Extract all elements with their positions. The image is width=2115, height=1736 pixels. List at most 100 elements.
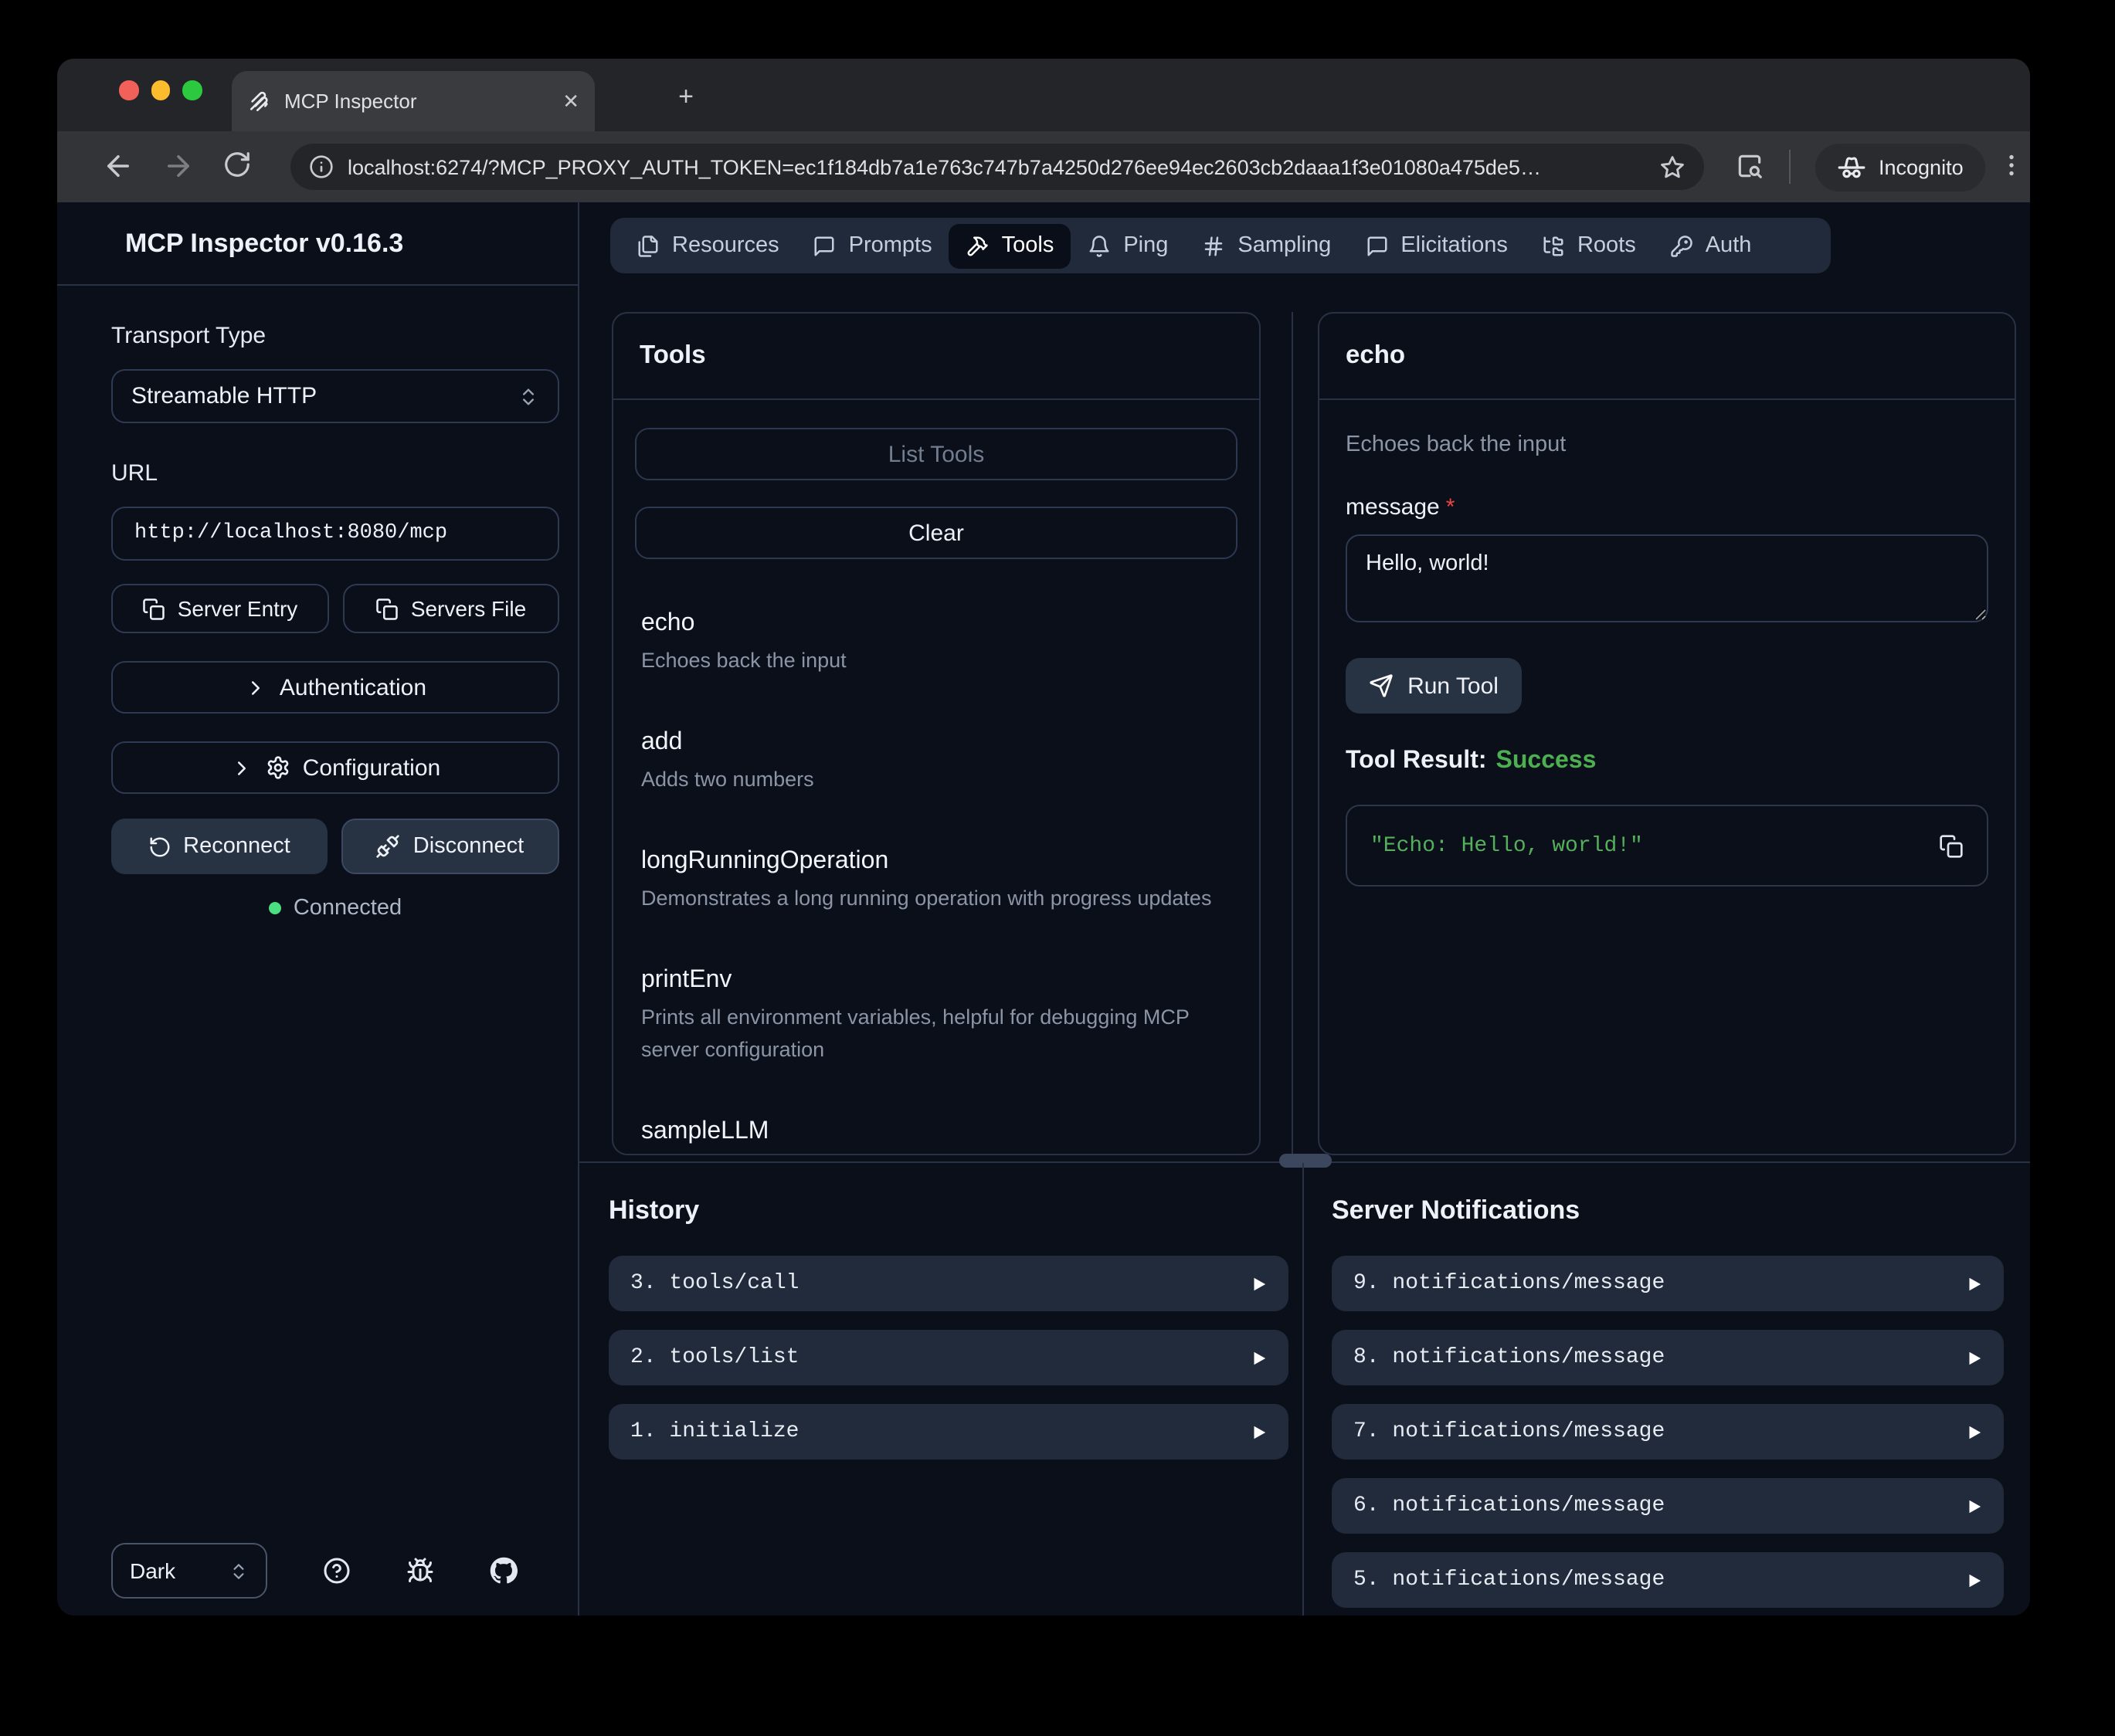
theme-select[interactable]: Dark [111, 1543, 267, 1599]
bug-icon[interactable] [406, 1557, 434, 1585]
copy-icon [375, 597, 399, 620]
copy-result-icon[interactable] [1939, 833, 1964, 858]
toolbar-separator [1789, 150, 1791, 184]
chevrons-up-down-icon [229, 1561, 249, 1581]
incognito-icon [1837, 153, 1866, 182]
tool-description: Adds two numbers [641, 765, 1231, 797]
tab-sampling[interactable]: Sampling [1185, 223, 1348, 268]
tool-list-item-printenv[interactable]: printEnv Prints all environment variable… [641, 967, 1231, 1067]
authentication-label: Authentication [280, 674, 426, 700]
disconnect-button[interactable]: Disconnect [341, 819, 559, 874]
zoom-window-button[interactable] [182, 80, 202, 100]
forward-icon[interactable] [162, 150, 195, 182]
tab-elicitations[interactable]: Elicitations [1348, 223, 1525, 268]
back-icon[interactable] [102, 150, 134, 182]
connected-dot-icon [269, 902, 281, 914]
reload-icon[interactable] [222, 150, 252, 179]
tab-close-icon[interactable]: ✕ [562, 89, 579, 114]
tool-detail-title: echo [1319, 314, 2015, 400]
required-marker: * [1446, 494, 1455, 520]
transport-type-value: Streamable HTTP [131, 383, 317, 409]
history-item[interactable]: 2. tools/list [609, 1330, 1288, 1385]
reconnect-button[interactable]: Reconnect [111, 819, 327, 874]
help-icon[interactable] [323, 1557, 351, 1585]
notification-item[interactable]: 7. notifications/message [1332, 1404, 2004, 1460]
chevron-right-icon [244, 676, 267, 699]
history-item[interactable]: 3. tools/call [609, 1256, 1288, 1311]
transport-type-select[interactable]: Streamable HTTP [111, 369, 559, 423]
expand-play-icon [1250, 1423, 1267, 1440]
run-tool-button[interactable]: Run Tool [1346, 658, 1522, 714]
history-title: History [609, 1195, 1288, 1226]
tool-result-heading: Tool Result:Success [1346, 748, 1988, 775]
tab-label: Roots [1577, 233, 1636, 258]
browser-tab[interactable]: MCP Inspector ✕ [232, 71, 595, 131]
tool-description: Samples from an LLM using MCP's sampling… [641, 1153, 1231, 1155]
tab-resources[interactable]: Resources [620, 223, 796, 268]
tab-label: Elicitations [1400, 233, 1508, 258]
notification-item[interactable]: 8. notifications/message [1332, 1330, 2004, 1385]
server-entry-button[interactable]: Server Entry [111, 584, 328, 633]
mcp-favicon-icon [247, 89, 272, 114]
tool-list-item-add[interactable]: add Adds two numbers [641, 729, 1231, 797]
bookmark-star-icon[interactable] [1659, 154, 1686, 180]
configuration-button[interactable]: Configuration [111, 741, 559, 794]
history-item[interactable]: 1. initialize [609, 1404, 1288, 1460]
tool-list-item-longrunningoperation[interactable]: longRunningOperation Demonstrates a long… [641, 848, 1231, 916]
history-item-label: 1. initialize [630, 1419, 799, 1444]
expand-play-icon [1965, 1423, 1982, 1440]
tool-name: longRunningOperation [641, 848, 1231, 876]
servers-file-button[interactable]: Servers File [342, 584, 559, 633]
tool-list-item-samplellm[interactable]: sampleLLM Samples from an LLM using MCP'… [641, 1117, 1231, 1155]
tool-result-box: "Echo: Hello, world!" [1346, 805, 1988, 887]
tool-detail-panel: echo Echoes back the input message* Hell… [1318, 312, 2016, 1155]
minimize-window-button[interactable] [151, 80, 170, 100]
hash-icon [1202, 234, 1225, 257]
address-bar[interactable]: localhost:6274/?MCP_PROXY_AUTH_TOKEN=ec1… [290, 144, 1704, 190]
tab-prompts[interactable]: Prompts [796, 223, 949, 268]
history-list: 3. tools/call 2. tools/list [609, 1256, 1288, 1460]
url-input[interactable] [111, 507, 559, 561]
expand-play-icon [1250, 1275, 1267, 1292]
chevron-right-icon [230, 756, 253, 779]
notification-item[interactable]: 6. notifications/message [1332, 1478, 2004, 1534]
param-name: message [1346, 494, 1440, 520]
expand-play-icon [1965, 1349, 1982, 1366]
tab-label: Tools [1002, 233, 1054, 258]
browser-titlebar: MCP Inspector ✕ + [57, 59, 2030, 131]
theme-value: Dark [130, 1558, 175, 1583]
notification-item[interactable]: 5. notifications/message [1332, 1552, 2004, 1608]
authentication-button[interactable]: Authentication [111, 661, 559, 714]
server-notifications-title: Server Notifications [1332, 1195, 2004, 1226]
github-icon[interactable] [490, 1557, 518, 1585]
feature-tabs: Resources Prompts Tools Ping [610, 218, 1831, 273]
tab-tools[interactable]: Tools [949, 223, 1071, 268]
message-input[interactable]: Hello, world! [1346, 534, 1988, 622]
new-tab-button[interactable]: + [669, 80, 703, 114]
notification-item-label: 5. notifications/message [1353, 1568, 1665, 1592]
expand-play-icon [1965, 1572, 1982, 1589]
close-window-button[interactable] [119, 80, 138, 100]
tool-list-item-echo[interactable]: echo Echoes back the input [641, 610, 1231, 678]
notification-item[interactable]: 9. notifications/message [1332, 1256, 2004, 1311]
list-tools-button[interactable]: List Tools [635, 428, 1237, 480]
search-tabs-icon[interactable] [1735, 151, 1764, 181]
gear-icon [266, 755, 290, 780]
copy-icon [142, 597, 165, 620]
tab-title: MCP Inspector [284, 90, 550, 113]
notification-item-label: 8. notifications/message [1353, 1345, 1665, 1370]
history-item-label: 3. tools/call [630, 1271, 799, 1296]
files-icon [637, 234, 660, 257]
history-item-label: 2. tools/list [630, 1345, 799, 1370]
panel-divider[interactable] [1292, 312, 1293, 1161]
tab-ping[interactable]: Ping [1071, 223, 1185, 268]
site-info-icon[interactable] [309, 154, 334, 179]
tab-roots[interactable]: Roots [1525, 223, 1653, 268]
tab-auth[interactable]: Auth [1653, 223, 1769, 268]
browser-menu-icon[interactable] [1998, 151, 2025, 179]
bell-icon [1088, 234, 1111, 257]
main-content: Resources Prompts Tools Ping [579, 202, 2030, 1616]
clear-tools-button[interactable]: Clear [635, 507, 1237, 559]
url-text[interactable]: localhost:6274/?MCP_PROXY_AUTH_TOKEN=ec1… [348, 155, 1645, 178]
folder-tree-icon [1542, 234, 1565, 257]
